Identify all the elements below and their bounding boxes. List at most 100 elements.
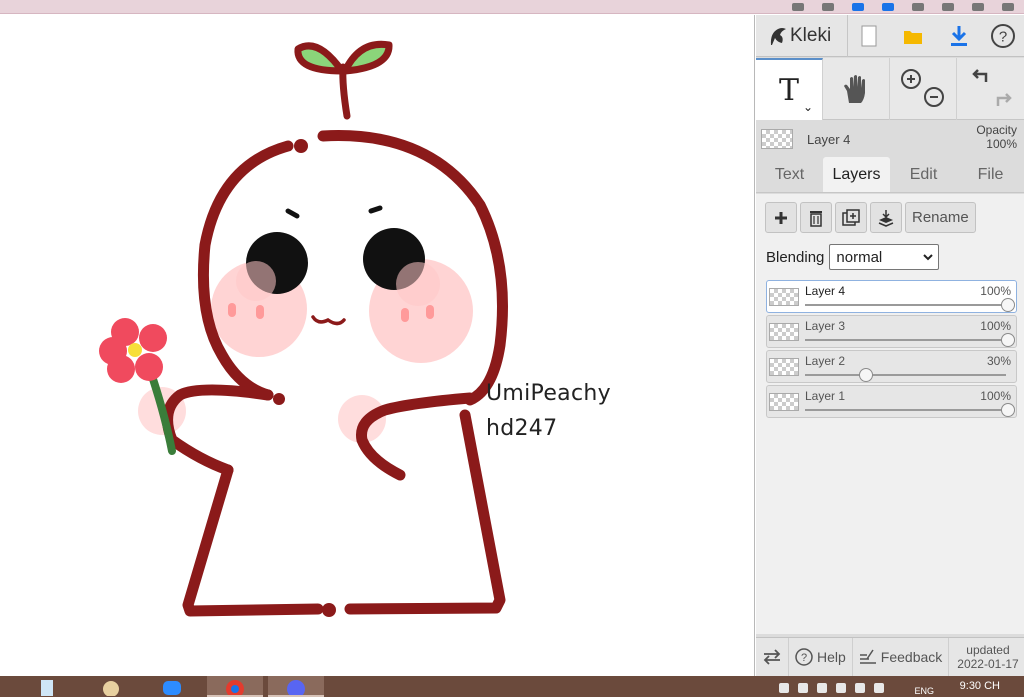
current-layer-name: Layer 4 [807, 131, 851, 147]
opacity-slider-handle[interactable] [1001, 333, 1015, 347]
kleki-bird-icon [770, 27, 786, 45]
taskbar-clock[interactable]: 9:30 CH [960, 680, 1000, 692]
kleki-sidebar: Kleki ? T ⌄ Layer 4 Opacity 100% Text La… [756, 14, 1024, 677]
opacity-slider-track[interactable] [805, 339, 1006, 341]
rename-layer-button[interactable]: Rename [905, 202, 976, 233]
save-image-button[interactable] [936, 15, 982, 57]
extension-icon[interactable] [852, 3, 864, 11]
question-circle-icon: ? [795, 648, 813, 666]
undo-redo-icon[interactable] [966, 66, 1016, 112]
system-tray-icons[interactable] [779, 683, 884, 693]
signature-line-2: hd247 [486, 416, 558, 441]
download-icon [951, 25, 967, 46]
toggle-ui-side-button[interactable] [756, 637, 789, 677]
browser-extension-icons [792, 0, 1014, 14]
opacity-slider-track[interactable] [805, 409, 1006, 411]
sprout-leaf [341, 40, 393, 75]
blending-select[interactable]: normal [829, 244, 940, 270]
new-image-button[interactable] [848, 15, 890, 57]
chevron-down-icon[interactable]: ⌄ [803, 100, 813, 114]
blending-value: normal [836, 248, 883, 266]
notepad-app-icon[interactable] [30, 676, 64, 697]
help-label: Help [817, 649, 846, 665]
character-outline [162, 130, 508, 617]
tab-file[interactable]: File [957, 157, 1024, 192]
paint-app-icon[interactable] [94, 676, 128, 697]
feedback-link[interactable]: Feedback [853, 637, 950, 677]
language-indicator[interactable]: ENG [914, 686, 934, 696]
zoom-controls [890, 58, 957, 120]
help-button[interactable]: ? [982, 15, 1024, 57]
zoom-in-out-icon[interactable] [898, 66, 948, 112]
add-layer-button[interactable] [765, 202, 797, 233]
layer-actions: Rename [765, 202, 976, 233]
text-tool-button[interactable]: T ⌄ [756, 58, 823, 120]
left-eyebrow [285, 208, 300, 219]
layer-name: Layer 2 [805, 354, 846, 368]
signature-line-1: UmiPeachy [486, 381, 611, 406]
outline-dot [322, 603, 336, 617]
layer-name: Layer 3 [805, 319, 846, 333]
open-image-button[interactable] [890, 15, 936, 57]
bookmark-star-icon[interactable] [822, 3, 834, 11]
trash-icon [810, 210, 822, 227]
opacity-slider-handle[interactable] [1001, 403, 1015, 417]
chrome-app-icon[interactable] [207, 676, 263, 697]
menu-dots-icon[interactable] [1002, 3, 1014, 11]
delete-layer-button[interactable] [800, 202, 832, 233]
merge-layer-button[interactable] [870, 202, 902, 233]
panel-tabs: Text Layers Edit File [756, 157, 1024, 193]
tab-edit[interactable]: Edit [890, 157, 957, 192]
layers-panel: Rename Blending normal Layer 4 100% Layer … [756, 194, 1024, 634]
layer-opacity: 30% [986, 354, 1011, 368]
profile-avatar-icon[interactable] [972, 3, 984, 11]
opacity-label: Opacity [976, 123, 1017, 137]
eye-highlight [396, 262, 440, 306]
layer-list: Layer 4 100% Layer 3 100% Layer 2 30% Layer 1 1… [766, 280, 1017, 420]
opacity-value: 100% [986, 137, 1017, 151]
feedback-icon [859, 649, 876, 664]
layer-thumbnail [769, 393, 799, 411]
undo-redo-controls [957, 58, 1024, 120]
layer-row[interactable]: Layer 2 30% [766, 350, 1017, 383]
hand-icon [844, 75, 865, 103]
opacity-slider-track[interactable] [805, 374, 1006, 376]
puzzle-icon[interactable] [942, 3, 954, 11]
extension-icon[interactable] [792, 3, 804, 11]
layer-name: Layer 1 [805, 389, 846, 403]
tab-text[interactable]: Text [756, 157, 823, 192]
hand-tool-button[interactable] [823, 58, 890, 120]
tool-row: T ⌄ [756, 58, 1024, 120]
drawing-canvas[interactable]: UmiPeachy hd247 [0, 15, 755, 676]
layer-thumbnail [769, 358, 799, 376]
layer-opacity: 100% [980, 284, 1011, 298]
opacity-slider-track[interactable] [805, 304, 1006, 306]
top-toolbar: Kleki ? [756, 14, 1024, 57]
discord-app-icon[interactable] [268, 676, 324, 697]
zoom-app-icon[interactable] [155, 676, 189, 697]
updated-date: 2022-01-17 [957, 657, 1019, 671]
current-layer-opacity: Opacity 100% [976, 123, 1017, 151]
extension-icon[interactable] [912, 3, 924, 11]
eye-highlight [236, 261, 276, 301]
blending-label: Blending [766, 248, 825, 266]
mouth [311, 315, 346, 326]
extension-icon[interactable] [882, 3, 894, 11]
layer-row[interactable]: Layer 1 100% [766, 385, 1017, 418]
updated-info: updated 2022-01-17 [949, 643, 1018, 671]
browser-top-strip [0, 0, 1024, 14]
current-layer-info: Layer 4 Opacity 100% [756, 121, 1024, 157]
duplicate-layer-button[interactable] [835, 202, 867, 233]
layer-row[interactable]: Layer 3 100% [766, 315, 1017, 348]
text-tool-icon: T [778, 72, 799, 108]
tab-layers[interactable]: Layers [823, 157, 890, 192]
current-layer-thumbnail [761, 129, 793, 149]
layer-row[interactable]: Layer 4 100% [766, 280, 1017, 313]
kleki-logo[interactable]: Kleki [756, 14, 848, 57]
merge-down-icon [878, 209, 894, 227]
opacity-slider-handle[interactable] [1001, 298, 1015, 312]
help-link[interactable]: ? Help [789, 637, 853, 677]
chevron-down-icon [923, 253, 934, 260]
flower-center [128, 343, 142, 357]
opacity-slider-handle[interactable] [858, 368, 873, 382]
